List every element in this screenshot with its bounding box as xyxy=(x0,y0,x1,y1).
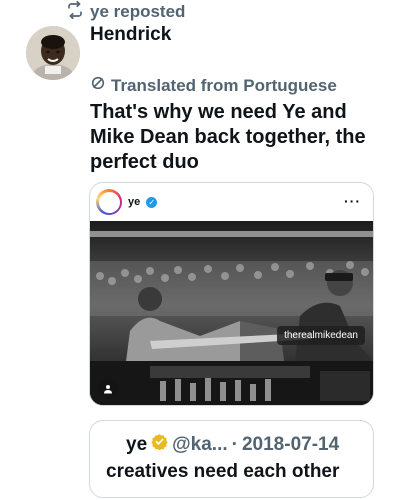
instagram-post-photo: therealmikedean xyxy=(90,221,373,405)
instagram-embed-card[interactable]: ye ✓ ··· therealmikedean xyxy=(89,182,374,406)
person-icon[interactable] xyxy=(98,379,118,399)
quoted-tweet-date[interactable]: 2018-07-14 xyxy=(242,434,339,456)
instagram-story-ring-avatar[interactable] xyxy=(96,189,122,215)
repost-label: ye reposted xyxy=(90,2,186,21)
repost-icon xyxy=(66,0,84,24)
quoted-author-name[interactable]: ye xyxy=(126,434,147,456)
quoted-author-handle[interactable]: @ka... xyxy=(172,434,228,456)
quoted-tweet-header: ye @ka... · 2018-07-14 xyxy=(126,433,339,456)
translation-label: Translated from Portuguese xyxy=(111,75,337,95)
instagram-post-header: ye ✓ xyxy=(90,183,373,221)
instagram-user-tag[interactable]: therealmikedean xyxy=(277,326,365,345)
repost-indicator[interactable]: ye reposted xyxy=(66,0,186,24)
tweet-text: That's why we need Ye and Mike Dean back… xyxy=(90,101,366,173)
instagram-username[interactable]: ye xyxy=(128,196,140,208)
separator-dot: · xyxy=(231,433,238,455)
more-horizontal-icon[interactable]: ··· xyxy=(344,193,361,209)
translate-icon xyxy=(90,75,106,96)
verified-gold-badge-icon xyxy=(151,433,168,456)
verified-badge-icon: ✓ xyxy=(146,196,158,208)
translation-notice[interactable]: Translated from Portuguese xyxy=(90,75,337,96)
quoted-tweet-card[interactable]: ye @ka... · 2018-07-14 creatives need ea… xyxy=(89,420,374,498)
avatar[interactable] xyxy=(26,26,80,80)
author-name[interactable]: Hendrick xyxy=(90,24,171,46)
quoted-tweet-text: creatives need each other xyxy=(106,461,340,482)
